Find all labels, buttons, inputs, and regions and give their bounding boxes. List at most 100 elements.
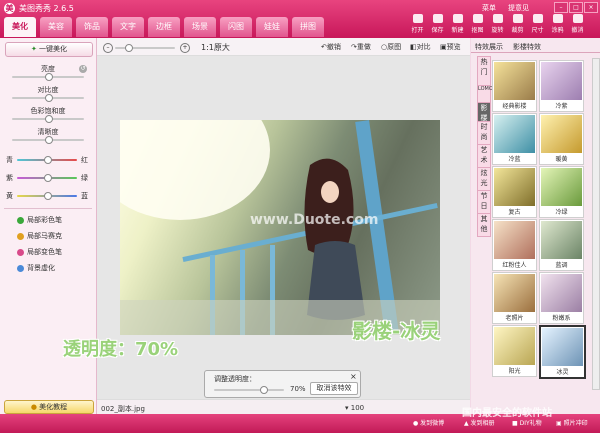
reset-icon[interactable]: ↺ [79,65,87,73]
tab-scene[interactable]: 场景 [184,17,216,37]
redo-action[interactable]: ↷重做 [351,42,371,52]
contrast-slider[interactable] [12,94,84,102]
effect-thumb[interactable]: 老照片 [492,272,537,324]
dialog-title: 调整透明度： [214,375,256,383]
maximize-button[interactable]: □ [569,2,583,13]
effect-thumb[interactable]: 复古 [492,166,537,218]
vtab-other[interactable]: 其他 [477,213,491,237]
effect-thumb[interactable]: 暖黄 [539,113,584,165]
close-button[interactable]: × [584,2,598,13]
effect-thumb[interactable]: 冷绿 [539,166,584,218]
site-watermark: www.Duote.com [250,212,379,228]
effect-thumb[interactable]: 冰灵 [539,325,586,379]
one-click-beautify-button[interactable]: ✦ 一键美化 [5,42,93,57]
tab-collage[interactable]: 拼图 [292,17,324,37]
opacity-slider[interactable] [214,386,284,394]
color-pen-icon [17,216,24,224]
undo-action[interactable]: ↶撤销 [321,42,341,52]
effect-thumb-image [541,274,582,312]
effect-thumb[interactable]: 阳光 [492,325,537,377]
effect-thumb-image [541,168,582,206]
zoom-slider[interactable] [115,44,175,52]
gift-icon: ■ [512,420,518,427]
slider-knob[interactable] [45,115,53,123]
vtab-glow[interactable]: 炫光 [477,167,491,191]
feedback-link[interactable]: 提意见 [508,3,529,13]
vtab-studio[interactable]: 影楼 [477,102,491,122]
blue-label: 蓝 [81,192,88,200]
photo-print-button[interactable]: ▣ 照片冲印 [556,418,588,427]
tab-flash[interactable]: 闪图 [220,17,252,37]
compare-action[interactable]: ◧对比 [410,42,431,52]
tab-text[interactable]: 文字 [112,17,144,37]
actual-size-button[interactable]: 1:1原大 [201,42,230,53]
zoom-out-icon[interactable]: – [103,43,113,53]
open-button[interactable]: 打开 [409,13,426,37]
background-blur[interactable]: 背景虚化 [17,263,55,273]
cyan-red-slider[interactable] [17,156,77,164]
partial-color-pen[interactable]: 局部彩色笔 [17,215,62,225]
zoom-in-icon[interactable]: + [180,43,190,53]
original-action[interactable]: ○原图 [381,42,401,52]
slider-knob[interactable] [45,73,53,81]
tutorial-button[interactable]: ● 美化教程 [4,400,94,414]
tab-frame[interactable]: 边框 [148,17,180,37]
slider-knob[interactable] [44,174,52,182]
opacity-knob[interactable] [260,386,268,394]
dialog-close-button[interactable]: × [350,372,357,381]
vtab-lomo[interactable]: LOMO [477,85,493,103]
menu-link[interactable]: 菜单 [482,3,496,13]
edited-photo[interactable]: www.Duote.com [120,120,440,335]
green-label: 绿 [81,174,88,182]
doodle-button[interactable]: 涂鸦 [549,13,566,37]
brightness-slider[interactable] [12,73,84,81]
slider-knob[interactable] [44,192,52,200]
yellow-blue-slider[interactable] [17,192,77,200]
slider-knob[interactable] [44,156,52,164]
brush-icon [552,14,563,23]
new-button[interactable]: 新建 [449,13,466,37]
crop-button[interactable]: 裁剪 [509,13,526,37]
tab-beautify[interactable]: 美化 [4,17,36,37]
effect-thumb[interactable]: 冷紫 [539,60,584,112]
purple-green-slider[interactable] [17,174,77,182]
effect-thumb[interactable]: 粉嫩系 [539,272,584,324]
effect-thumb-label: 冷绿 [555,209,568,216]
sharpness-slider[interactable] [12,136,84,144]
rotate-icon [492,14,503,23]
vtab-fashion[interactable]: 时尚 [477,121,491,145]
vtab-art[interactable]: 艺术 [477,144,491,168]
album-share-button[interactable]: ▲ 发到相册 [464,418,495,427]
partial-recolor-pen[interactable]: 局部变色笔 [17,247,62,257]
vtab-festival[interactable]: 节日 [477,190,491,214]
scrollbar[interactable] [592,58,600,390]
resize-button[interactable]: 尺寸 [529,13,546,37]
tab-beauty[interactable]: 美容 [40,17,72,37]
effect-thumb-label: 冷紫 [555,103,568,110]
partial-mosaic[interactable]: 局部马赛克 [17,231,62,241]
saturation-slider[interactable] [12,115,84,123]
slider-knob[interactable] [45,94,53,102]
preview-action[interactable]: ▣预览 [440,42,461,52]
cancel-effect-button[interactable]: 取消该特效 [310,382,358,395]
effect-thumb[interactable]: 经典影楼 [492,60,537,112]
studio-effects-tab[interactable]: 影楼特效 [513,42,541,52]
zoom-dropdown[interactable]: ▾ 100 [345,404,364,412]
minimize-button[interactable]: – [554,2,568,13]
weibo-share-button[interactable]: ● 发到微博 [413,418,444,427]
title-bar: 美 美图秀秀 2.6.5 美化 美容 饰品 文字 边框 场景 闪图 娃娃 拼图 … [0,0,600,38]
slider-knob[interactable] [45,136,53,144]
tab-doll[interactable]: 娃娃 [256,17,288,37]
undo-button[interactable]: 撤消 [569,13,586,37]
effect-thumb[interactable]: 红粉佳人 [492,219,537,271]
zoom-knob[interactable] [125,44,133,52]
tab-accessories[interactable]: 饰品 [76,17,108,37]
save-button[interactable]: 保存 [429,13,446,37]
effects-showcase-tab[interactable]: 特效展示 [475,42,503,52]
vtab-hot[interactable]: 热门 [477,56,491,86]
rotate-button[interactable]: 旋转 [489,13,506,37]
cutout-button[interactable]: 抠图 [469,13,486,37]
diy-gift-button[interactable]: ■ DIY礼物 [512,418,542,427]
effect-thumb[interactable]: 蓝调 [539,219,584,271]
effect-thumb[interactable]: 冷蓝 [492,113,537,165]
